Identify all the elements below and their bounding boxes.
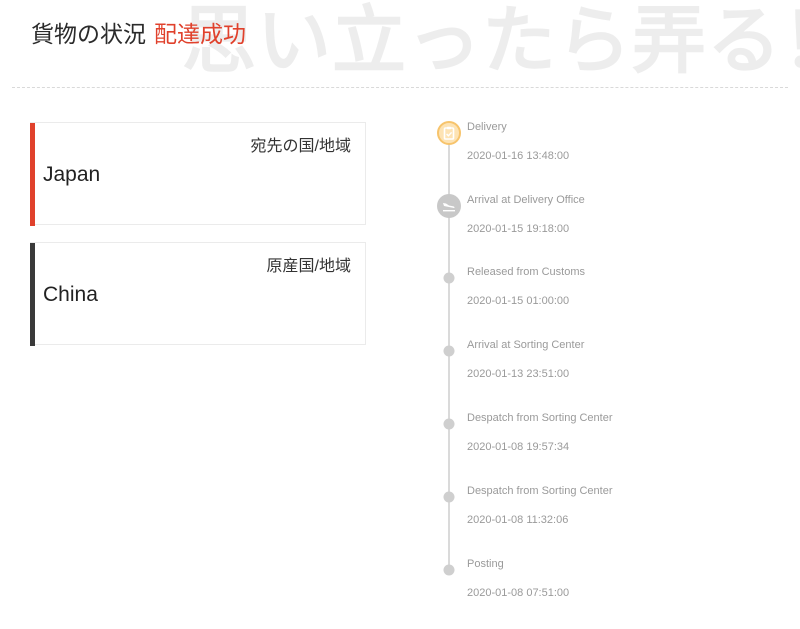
event-time: 2020-01-08 11:32:06 [467, 514, 569, 526]
destination-label: 宛先の国/地域 [250, 138, 351, 155]
event-time: 2020-01-08 07:51:00 [467, 587, 570, 599]
destination-country: Japan [43, 163, 101, 186]
timeline-dot-icon [443, 345, 455, 357]
timeline-dot-icon [443, 418, 455, 430]
shipment-status-page: 思い立ったら弄る！ 貨物の状況 配達成功 宛先の国/地域 Japan 原産国/地域… [0, 0, 800, 629]
event-title: Released from Customs [467, 266, 585, 278]
timeline-event-customs: Released from Customs 2020-01-15 01:00:0… [430, 255, 790, 315]
timeline-event-despatch-1: Despatch from Sorting Center 2020-01-08 … [430, 401, 790, 461]
delivered-icon [437, 121, 461, 145]
header-divider [12, 87, 788, 88]
event-time: 2020-01-08 19:57:34 [467, 441, 570, 453]
tracking-timeline: Delivery 2020-01-16 13:48:00 Arrival at … [430, 110, 790, 610]
timeline-event-arrival-office: Arrival at Delivery Office 2020-01-15 19… [430, 183, 790, 243]
timeline-event-despatch-2: Despatch from Sorting Center 2020-01-08 … [430, 474, 790, 534]
watermark-banner: 思い立ったら弄る！ [182, 0, 800, 82]
page-title-text: 貨物の状況 [31, 21, 146, 47]
delivery-status-text: 配達成功 [154, 21, 246, 47]
destination-accent-bar [30, 123, 35, 226]
timeline-event-sorting-arrival: Arrival at Sorting Center 2020-01-13 23:… [430, 328, 790, 388]
event-title: Arrival at Delivery Office [467, 194, 585, 206]
event-title: Despatch from Sorting Center [467, 412, 613, 424]
event-title: Posting [467, 558, 504, 570]
timeline-dot-icon [443, 272, 455, 284]
origin-country: China [43, 283, 98, 306]
event-time: 2020-01-15 01:00:00 [467, 295, 570, 307]
timeline-event-delivery: Delivery 2020-01-16 13:48:00 [430, 110, 790, 170]
timeline-dot-icon [443, 491, 455, 503]
event-time: 2020-01-15 19:18:00 [467, 223, 570, 235]
header: 思い立ったら弄る！ 貨物の状況 配達成功 [0, 0, 800, 90]
origin-card: 原産国/地域 China [30, 242, 366, 346]
origin-accent-bar [30, 243, 35, 346]
event-title: Delivery [467, 121, 507, 133]
page-title: 貨物の状況 配達成功 [31, 18, 246, 50]
destination-card: 宛先の国/地域 Japan [30, 122, 366, 226]
event-time: 2020-01-16 13:48:00 [467, 150, 570, 162]
event-time: 2020-01-13 23:51:00 [467, 368, 570, 380]
timeline-event-posting: Posting 2020-01-08 07:51:00 [430, 547, 790, 607]
origin-label: 原産国/地域 [266, 258, 351, 275]
event-title: Arrival at Sorting Center [467, 339, 585, 351]
timeline-dot-icon [443, 564, 455, 576]
airplane-landing-icon [437, 194, 461, 218]
event-title: Despatch from Sorting Center [467, 485, 613, 497]
